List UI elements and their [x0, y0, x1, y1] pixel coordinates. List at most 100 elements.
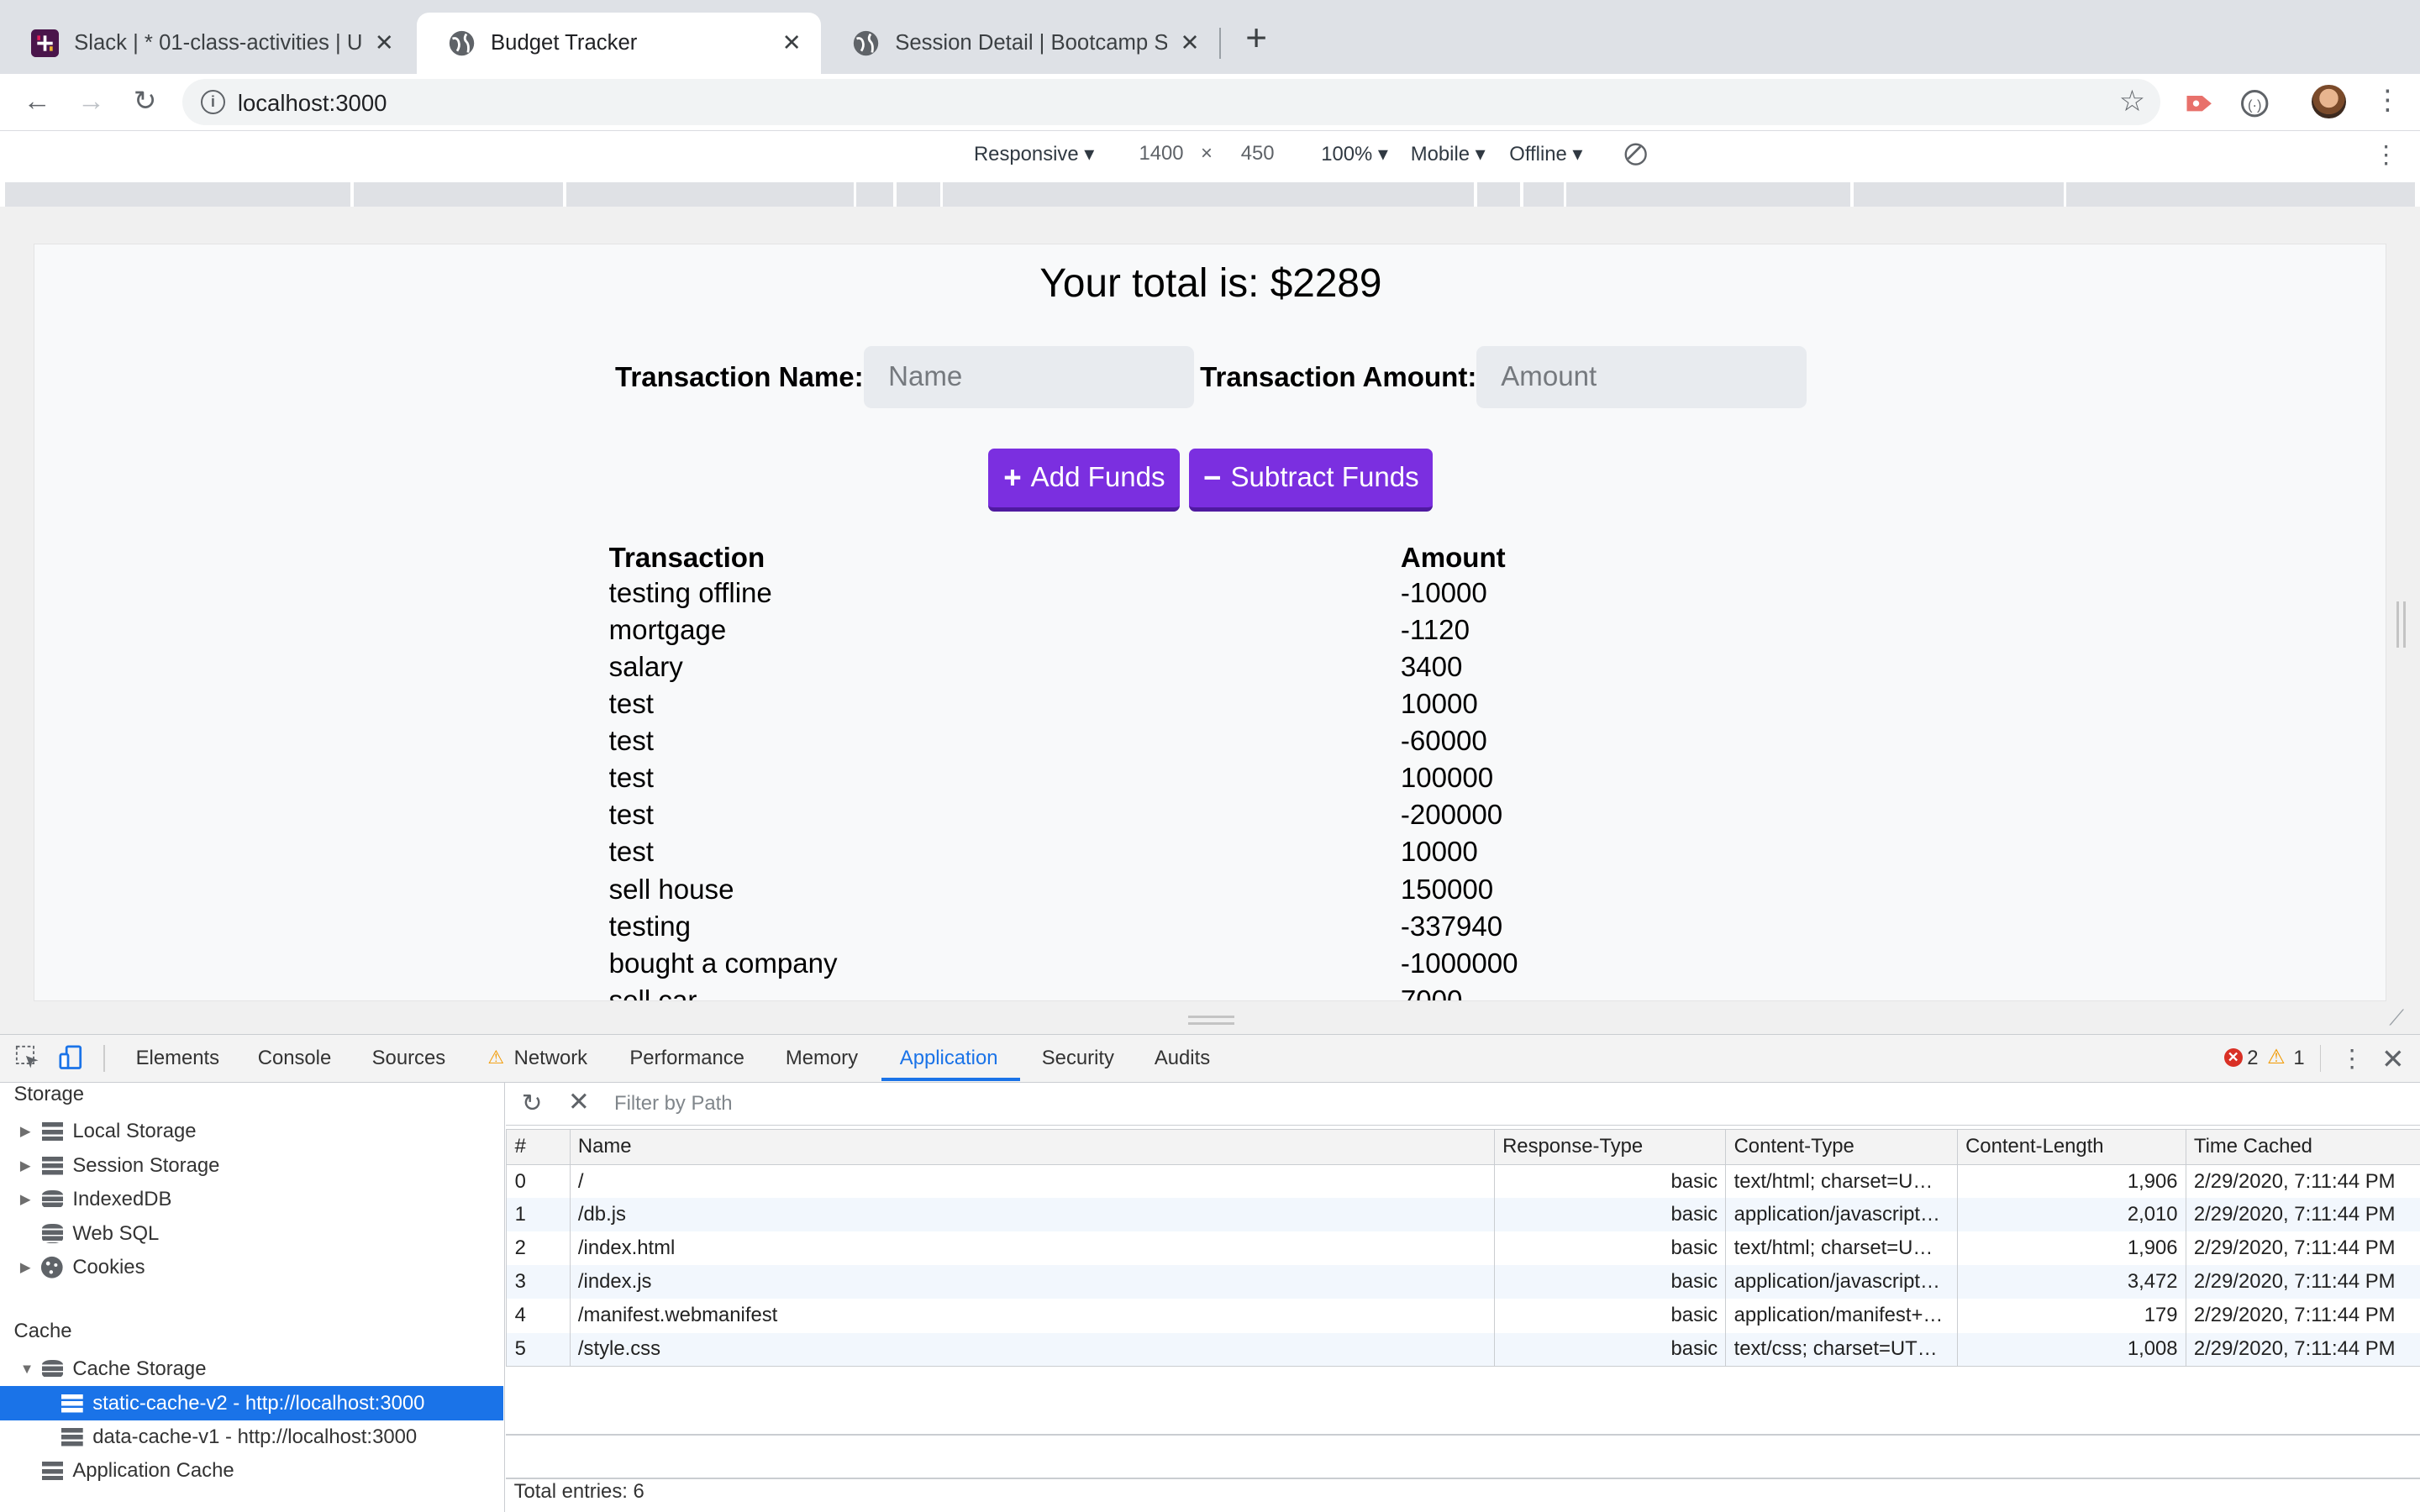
cell-content-length: 1,906 — [1956, 1164, 2186, 1199]
cell-name: /index.js — [569, 1265, 1495, 1299]
viewport-height-input[interactable]: 450 — [1241, 142, 1275, 165]
zoom-select[interactable]: 100% ▾ — [1321, 142, 1388, 166]
expand-triangle-icon[interactable]: ▶ — [20, 1158, 31, 1174]
sidebar-item-label: Web SQL — [72, 1221, 160, 1245]
collapse-triangle-icon[interactable]: ▼ — [20, 1361, 34, 1378]
sidebar-item-cache-storage[interactable]: ▼ Cache Storage — [0, 1352, 503, 1386]
sidebar-item-cookies[interactable]: ▶ Cookies — [0, 1251, 503, 1284]
tab-elements[interactable]: Elements — [136, 1047, 219, 1070]
browser-tab-budget-tracker[interactable]: Budget Tracker ✕ — [416, 12, 822, 75]
sidebar-item-application-cache[interactable]: Application Cache — [0, 1454, 503, 1488]
tab-memory[interactable]: Memory — [786, 1047, 858, 1070]
expand-triangle-icon[interactable]: ▶ — [20, 1191, 31, 1208]
tab-sources[interactable]: Sources — [372, 1047, 446, 1070]
sidebar-item-indexeddb[interactable]: ▶ IndexedDB — [0, 1183, 503, 1216]
column-header-content-length[interactable]: Content-Length — [1956, 1128, 2186, 1165]
sidebar-item-web-sql[interactable]: Web SQL — [0, 1216, 503, 1250]
cell-index: 2 — [506, 1231, 571, 1266]
close-tab-icon[interactable]: ✕ — [778, 29, 806, 56]
cell-name: /index.html — [569, 1231, 1495, 1266]
back-arrow-icon[interactable]: ← — [18, 83, 55, 120]
viewport-width-input[interactable]: 1400 — [1139, 142, 1183, 165]
browser-tab-session-detail[interactable]: Session Detail | Bootcamp Spo ✕ — [821, 13, 1219, 74]
cache-entry-row[interactable]: 0/basic text/html; charset=U… 1,906 2/29/20… — [506, 1164, 2420, 1199]
filter-by-path-input[interactable] — [604, 1088, 2399, 1120]
reload-icon[interactable]: ↻ — [127, 83, 164, 120]
new-tab-button[interactable]: + — [1238, 19, 1275, 59]
media-query-bar[interactable] — [4, 181, 2416, 207]
transaction-name-input[interactable] — [863, 346, 1194, 408]
expand-triangle-icon[interactable]: ▶ — [20, 1123, 31, 1140]
devtools-menu-icon[interactable]: ⋮ — [2339, 1044, 2364, 1074]
sidebar-item-static-cache[interactable]: static-cache-v2 - http://localhost:3000 — [0, 1386, 503, 1420]
cache-entry-row[interactable]: 3/index.js basic application/javascript… 3,… — [506, 1265, 2420, 1299]
add-funds-button[interactable]: + Add Funds — [988, 448, 1181, 512]
table-icon — [41, 1462, 64, 1481]
transaction-amount: -200000 — [1400, 800, 1503, 832]
error-icon[interactable]: ✕ — [2223, 1048, 2243, 1068]
column-header-response-type[interactable]: Response-Type — [1493, 1128, 1727, 1165]
sidebar-item-session-storage[interactable]: ▶ Session Storage — [0, 1148, 503, 1182]
device-mode-select[interactable]: Mobile ▾ — [1411, 142, 1486, 166]
refresh-icon[interactable]: ↻ — [522, 1089, 543, 1118]
warning-count[interactable]: 1 — [2293, 1047, 2304, 1070]
cell-name: /style.css — [569, 1332, 1495, 1368]
cache-entry-row[interactable]: 4/manifest.webmanifest basic application/m… — [506, 1299, 2420, 1333]
transaction-amount-input[interactable] — [1476, 346, 1807, 408]
tab-application[interactable]: Application — [900, 1047, 998, 1070]
bookmark-star-icon[interactable]: ☆ — [2119, 85, 2145, 118]
info-icon[interactable]: i — [200, 89, 226, 114]
transaction-name: test — [608, 763, 654, 795]
tab-console[interactable]: Console — [258, 1047, 332, 1070]
transaction-amount: 7000 — [1400, 984, 1463, 1001]
column-header-name[interactable]: Name — [569, 1128, 1495, 1165]
cell-time-cached: 2/29/2020, 7:11:44 PM — [2185, 1198, 2420, 1232]
cell-content-type: text/html; charset=U… — [1725, 1231, 1958, 1266]
cookie-icon — [40, 1257, 63, 1278]
sidebar-item-data-cache[interactable]: data-cache-v1 - http://localhost:3000 — [0, 1420, 503, 1454]
forward-arrow-icon[interactable]: → — [72, 83, 109, 120]
profile-avatar[interactable] — [2312, 85, 2346, 119]
subtract-funds-button[interactable]: − Subtract Funds — [1189, 448, 1434, 512]
browser-menu-icon[interactable]: ⋮ — [2374, 87, 2402, 114]
cache-entry-row[interactable]: 2/index.html basic text/html; charset=U… 1,… — [506, 1231, 2420, 1266]
sidebar-item-local-storage[interactable]: ▶ Local Storage — [0, 1115, 503, 1148]
throttle-select[interactable]: Offline ▾ — [1509, 142, 1582, 166]
cell-index: 5 — [506, 1332, 571, 1368]
extension-icon[interactable] — [2182, 87, 2216, 120]
rotate-icon[interactable] — [1623, 142, 1648, 166]
devtools-panel: Elements Console Sources ⚠ Network Perfo… — [0, 1033, 2420, 1512]
url-text[interactable]: localhost:3000 — [238, 90, 387, 117]
cache-entry-row[interactable]: 5/style.css basic text/css; charset=UT… 1,0… — [506, 1332, 2420, 1368]
expand-triangle-icon[interactable]: ▶ — [20, 1259, 31, 1276]
column-header-index[interactable]: # — [506, 1128, 571, 1165]
extension-icon[interactable]: (·) — [2238, 87, 2271, 120]
tab-performance[interactable]: Performance — [629, 1047, 744, 1070]
error-count[interactable]: 2 — [2247, 1047, 2258, 1070]
device-toolbar-toggle-icon[interactable] — [59, 1045, 83, 1070]
page-viewport: Your total is: $2289 Transaction Name: T… — [34, 244, 2386, 1001]
transaction-row: bought a company -1000000 — [609, 948, 1690, 985]
width-resize-handle[interactable] — [2396, 601, 2407, 648]
browser-tab-slack[interactable]: Slack | * 01-class-activities | U ✕ — [0, 13, 413, 74]
height-resize-handle[interactable] — [1188, 1015, 1235, 1025]
close-devtools-icon[interactable]: ✕ — [2381, 1042, 2405, 1076]
close-tab-icon[interactable]: ✕ — [371, 29, 398, 56]
corner-resize-handle[interactable]: ⟋ — [2389, 1006, 2413, 1031]
cache-entry-row[interactable]: 1/db.js basic application/javascript… 2,010… — [506, 1198, 2420, 1232]
tab-audits[interactable]: Audits — [1155, 1047, 1210, 1070]
clear-icon[interactable]: ✕ — [568, 1087, 590, 1117]
close-tab-icon[interactable]: ✕ — [1176, 29, 1204, 56]
inspect-element-icon[interactable] — [15, 1045, 39, 1069]
warning-icon[interactable]: ⚠ — [2267, 1045, 2285, 1069]
column-header-content-type[interactable]: Content-Type — [1725, 1128, 1958, 1165]
tab-network[interactable]: Network — [514, 1047, 588, 1070]
device-toolbar-menu-icon[interactable]: ⋮ — [2374, 140, 2398, 170]
column-header-time-cached[interactable]: Time Cached — [2185, 1128, 2420, 1165]
tab-security[interactable]: Security — [1042, 1047, 1114, 1070]
cell-content-length: 2,010 — [1956, 1198, 2186, 1232]
cell-time-cached: 2/29/2020, 7:11:44 PM — [2185, 1265, 2420, 1299]
transaction-row: testing -337940 — [609, 911, 1690, 948]
device-select[interactable]: Responsive ▾ — [974, 142, 1094, 166]
address-bar[interactable]: i localhost:3000 ☆ — [182, 78, 2161, 125]
